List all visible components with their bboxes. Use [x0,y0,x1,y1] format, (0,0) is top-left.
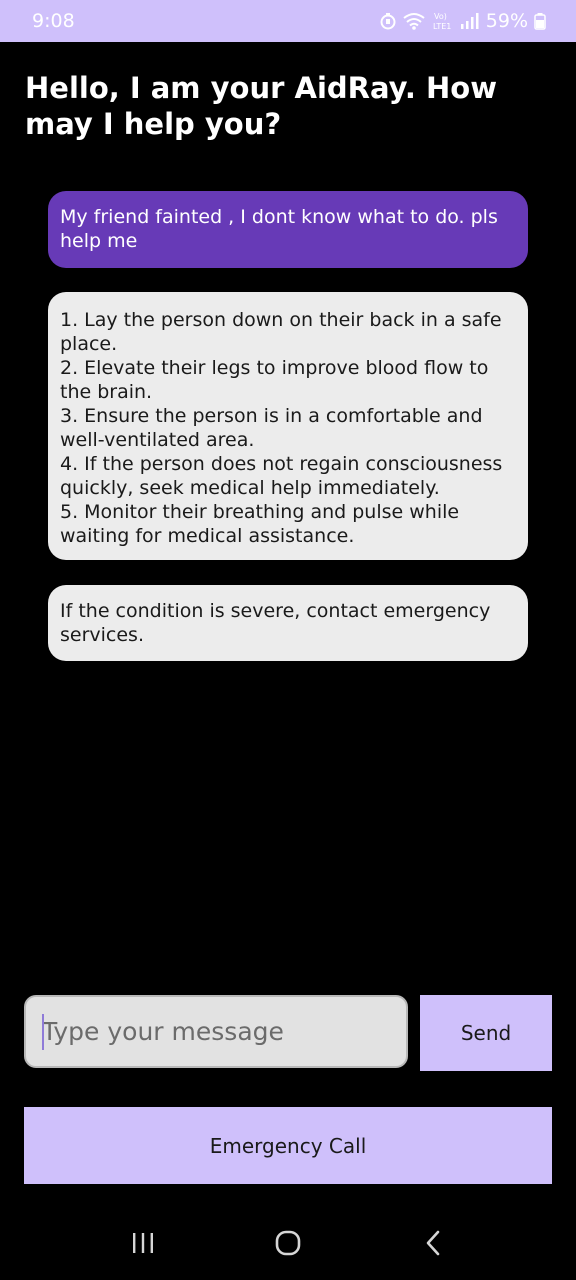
bot-warning-text: If the condition is severe, contact emer… [60,600,491,646]
battery-icon [534,12,546,30]
wifi-icon [402,12,426,30]
back-icon[interactable] [403,1213,463,1273]
volte-label: Vo) LTE1 [432,11,454,31]
signal-icon [460,12,480,30]
bot-step-4: 4. If the person does not regain conscio… [60,453,503,499]
user-message-bubble: My friend fainted , I dont know what to … [48,191,528,268]
system-nav-bar [0,1205,576,1280]
page-title: Hello, I am your AidRay. How may I help … [25,71,497,141]
send-button[interactable]: Send [420,995,552,1071]
user-message-text: My friend fainted , I dont know what to … [60,206,498,252]
text-cursor [42,1014,44,1050]
home-icon[interactable] [258,1213,318,1273]
svg-text:Vo): Vo) [434,12,447,21]
recent-apps-icon[interactable] [113,1213,173,1273]
emergency-call-button[interactable]: Emergency Call [24,1107,552,1184]
bot-step-5: 5. Monitor their breathing and pulse whi… [60,501,460,547]
status-time: 9:08 [32,10,75,32]
bot-step-2: 2. Elevate their legs to improve blood f… [60,357,489,403]
status-bar: 9:08 Vo) LTE1 59% [0,0,576,42]
bot-warning-bubble: If the condition is severe, contact emer… [48,585,528,661]
chat-screen: 9:08 Vo) LTE1 59% Hello, I am your AidRay… [0,0,576,1280]
battery-percent: 59% [485,10,528,32]
bot-step-3: 3. Ensure the person is in a comfortable… [60,405,483,451]
svg-text:LTE1: LTE1 [433,22,451,31]
battery-saver-icon [380,12,396,30]
bot-step-1: 1. Lay the person down on their back in … [60,309,502,355]
message-input[interactable] [24,995,408,1068]
status-icons: Vo) LTE1 59% [380,10,546,32]
bot-message-bubble: 1. Lay the person down on their back in … [48,292,528,560]
